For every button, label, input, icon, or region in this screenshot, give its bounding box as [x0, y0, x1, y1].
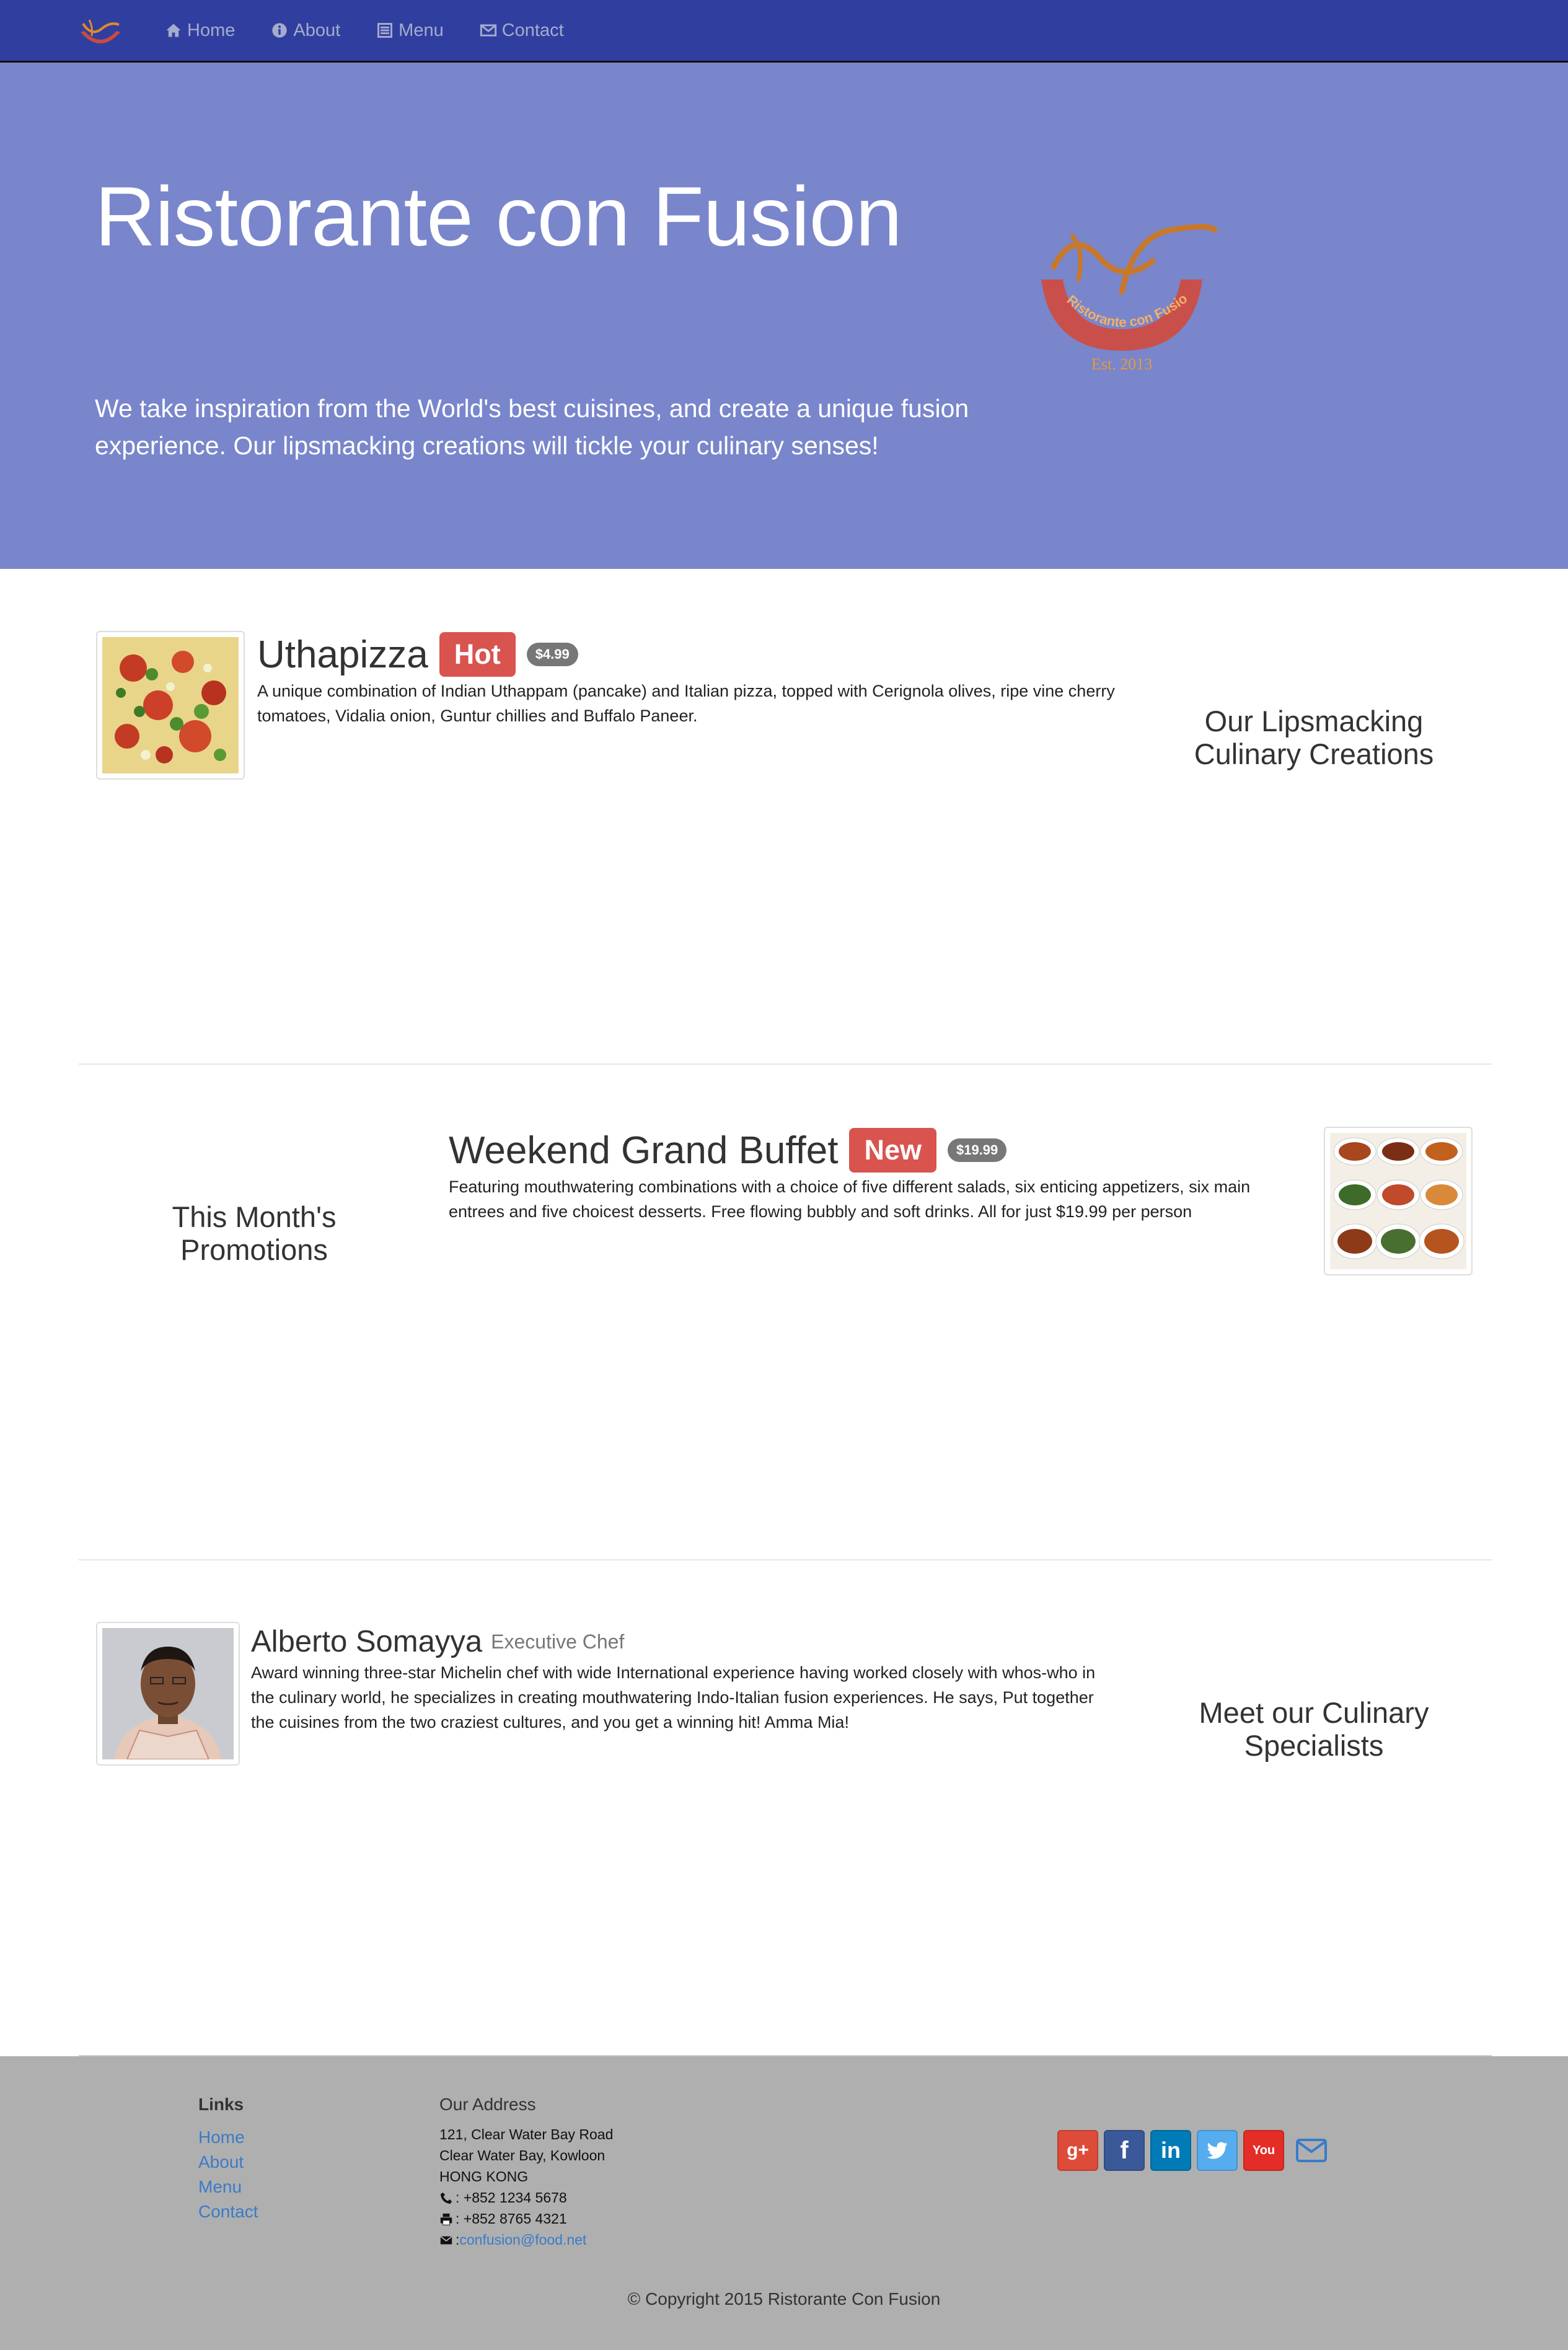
- home-icon: [166, 24, 181, 37]
- google-plus-button[interactable]: g+: [1057, 2130, 1098, 2171]
- address-line-2: Clear Water Bay, Kowloon: [439, 2147, 606, 2163]
- section-divider: [79, 1559, 1492, 1560]
- address-line-3: HONG KONG: [439, 2168, 529, 2185]
- pizza-image: [102, 637, 239, 773]
- leader-section-heading: Meet our Culinary Specialists: [1199, 1696, 1429, 1762]
- buffet-image: [1330, 1133, 1466, 1269]
- promotion-description: Featuring mouthwatering combinations wit…: [449, 1177, 1251, 1221]
- footer-link-about[interactable]: About: [198, 2152, 244, 2172]
- nav-item-about-label: About: [293, 20, 341, 40]
- nav-item-contact-label: Contact: [501, 20, 564, 40]
- fax-line: : +852 8765 4321: [439, 2211, 567, 2227]
- price-badge: $4.99: [526, 643, 578, 666]
- nav-item-home[interactable]: Home: [165, 20, 235, 41]
- dish-thumbnail: [96, 631, 245, 780]
- jumbotron: Ristorante con Fusion We take inspiratio…: [0, 63, 1568, 569]
- promotion-name: Weekend Grand Buffet: [449, 1129, 839, 1172]
- promotion-title: Weekend Grand Buffet New $19.99: [449, 1125, 1007, 1175]
- leader-description: Award winning three-star Michelin chef w…: [251, 1663, 1096, 1732]
- email-icon-button[interactable]: [1295, 2136, 1328, 2165]
- youtube-icon: You: [1252, 2143, 1275, 2157]
- linkedin-icon: in: [1161, 2137, 1181, 2163]
- facebook-button[interactable]: f: [1104, 2130, 1145, 2171]
- phone-line: : +852 1234 5678: [439, 2189, 567, 2206]
- fax-number: : +852 8765 4321: [456, 2211, 567, 2227]
- leader-role: Executive Chef: [491, 1630, 625, 1653]
- navbar: Home About Menu Contact: [0, 0, 1568, 63]
- phone-icon: [440, 2192, 452, 2204]
- new-label: New: [849, 1128, 936, 1173]
- footer-link-menu[interactable]: Menu: [198, 2177, 242, 2197]
- envelope-icon: [440, 2235, 452, 2244]
- logo-est: Est. 2013: [1091, 355, 1152, 372]
- twitter-icon: [1207, 2142, 1228, 2159]
- copyright: © Copyright 2015 Ristorante Con Fusion: [627, 2289, 941, 2308]
- dish-title: Uthapizza Hot $4.99: [257, 630, 578, 679]
- promotion-thumbnail: [1324, 1127, 1473, 1275]
- facebook-icon: f: [1120, 2136, 1129, 2164]
- promotion-section-heading: This Month's Promotions: [172, 1200, 337, 1266]
- price-badge: $19.99: [947, 1138, 1007, 1162]
- linkedin-button[interactable]: in: [1150, 2130, 1191, 2171]
- dish-description: A unique combination of Indian Uthappam …: [257, 682, 1115, 725]
- nav-item-about[interactable]: About: [271, 20, 340, 41]
- leader-thumbnail: [96, 1622, 240, 1766]
- footer-link-home[interactable]: Home: [198, 2128, 245, 2147]
- email-line: : confusion@food.net: [439, 2232, 586, 2248]
- dish-section-heading: Our Lipsmacking Culinary Creations: [1194, 705, 1434, 770]
- envelope-icon: [1296, 2139, 1327, 2162]
- hot-label: Hot: [439, 632, 516, 677]
- footer-link-contact[interactable]: Contact: [198, 2202, 258, 2222]
- jumbotron-text: We take inspiration from the World's bes…: [95, 394, 969, 460]
- footer-links-heading: Links: [198, 2095, 244, 2114]
- page-title: Ristorante con Fusion: [95, 169, 902, 263]
- dish-name: Uthapizza: [257, 633, 428, 676]
- nav-menu: Home About Menu Contact: [165, 0, 600, 61]
- phone-number: : +852 1234 5678: [456, 2189, 567, 2206]
- envelope-icon: [480, 24, 496, 37]
- leader-title: Alberto Somayya Executive Chef: [251, 1620, 624, 1663]
- chef-photo: [102, 1628, 234, 1759]
- footer-address-heading: Our Address: [439, 2095, 536, 2114]
- restaurant-logo: Ristorante con Fusion Est. 2013: [1029, 218, 1218, 372]
- leader-name: Alberto Somayya: [251, 1625, 483, 1658]
- google-plus-icon: g+: [1067, 2140, 1089, 2160]
- brand-logo[interactable]: [76, 15, 125, 55]
- email-link[interactable]: confusion@food.net: [459, 2232, 586, 2248]
- youtube-button[interactable]: You: [1243, 2130, 1284, 2171]
- info-icon: [272, 23, 288, 38]
- nav-item-menu[interactable]: Menu: [376, 20, 444, 41]
- nav-item-contact[interactable]: Contact: [480, 20, 564, 41]
- address-line-1: 121, Clear Water Bay Road: [439, 2126, 614, 2142]
- list-icon: [377, 23, 393, 38]
- fax-icon: [440, 2213, 452, 2225]
- twitter-button[interactable]: [1197, 2130, 1238, 2171]
- nav-item-menu-label: Menu: [399, 20, 444, 40]
- nav-item-home-label: Home: [187, 20, 236, 40]
- section-divider: [79, 1063, 1492, 1065]
